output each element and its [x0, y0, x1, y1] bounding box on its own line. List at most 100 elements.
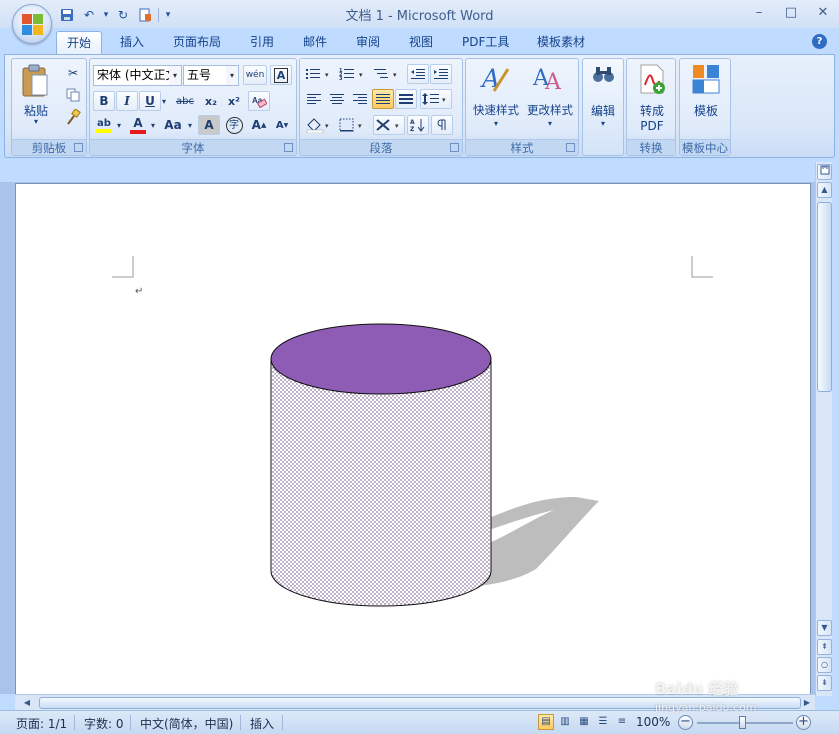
maximize-button[interactable]: □: [781, 3, 801, 21]
superscript-button[interactable]: x²: [223, 91, 245, 111]
template-icon[interactable]: [692, 64, 720, 94]
tab-references[interactable]: 引用: [240, 31, 284, 54]
tab-page-layout[interactable]: 页面布局: [163, 31, 231, 54]
change-styles-button[interactable]: 更改样式: [524, 102, 576, 118]
character-border-button[interactable]: A: [270, 65, 292, 85]
status-word-count[interactable]: 字数: 0: [84, 715, 124, 732]
document-page[interactable]: [15, 183, 811, 694]
show-paragraph-marks-icon[interactable]: [431, 115, 453, 135]
close-button[interactable]: ✕: [813, 3, 833, 21]
watermark-url: jingyan.baidu.com: [655, 701, 757, 714]
binoculars-icon[interactable]: [592, 65, 616, 85]
tab-home[interactable]: 开始: [56, 31, 103, 54]
bold-button[interactable]: B: [93, 91, 115, 111]
font-size-combo[interactable]: 五号 ▾: [183, 65, 239, 86]
copy-icon[interactable]: [62, 85, 84, 105]
convert-to-pdf-line2[interactable]: PDF: [629, 119, 675, 133]
decrease-indent-icon[interactable]: [407, 64, 429, 84]
justify-icon[interactable]: [372, 89, 394, 109]
quick-styles-dropdown-icon[interactable]: ▾: [470, 119, 522, 128]
cut-icon[interactable]: ✂: [62, 63, 84, 83]
clear-formatting-icon[interactable]: Aa: [248, 91, 270, 111]
paste-icon[interactable]: [20, 63, 50, 99]
font-name-combo[interactable]: 宋体 (中文正文 ▾: [93, 65, 182, 86]
tab-pdf-tools[interactable]: PDF工具: [452, 31, 519, 54]
office-button[interactable]: [12, 4, 52, 44]
web-layout-view-icon[interactable]: ▦: [576, 714, 592, 730]
watermark-text: Baidu 经验: [655, 680, 739, 698]
tab-view[interactable]: 视图: [399, 31, 443, 54]
align-left-icon[interactable]: [303, 89, 325, 109]
enclose-characters-button[interactable]: 字: [223, 115, 245, 135]
font-size-dropdown-icon[interactable]: ▾: [226, 66, 238, 85]
can-shape[interactable]: [256, 319, 606, 619]
italic-button[interactable]: I: [116, 91, 138, 111]
status-insert-mode[interactable]: 插入: [250, 715, 274, 732]
numbering-icon[interactable]: 1 2 3 ▾: [337, 64, 369, 84]
scroll-left-icon[interactable]: ◀: [19, 696, 35, 710]
sort-icon[interactable]: AZ: [407, 115, 429, 135]
shading-icon[interactable]: ▾: [303, 115, 335, 135]
print-layout-view-icon[interactable]: ▤: [538, 714, 554, 730]
template-button[interactable]: 模板: [682, 102, 730, 119]
line-spacing-icon[interactable]: ▾: [420, 89, 452, 109]
subscript-button[interactable]: x₂: [200, 91, 222, 111]
minimize-button[interactable]: –: [749, 3, 769, 21]
grow-font-button[interactable]: A ▲: [248, 115, 270, 135]
align-right-icon[interactable]: [349, 89, 371, 109]
tab-review[interactable]: 审阅: [346, 31, 390, 54]
tab-mailings[interactable]: 邮件: [293, 31, 337, 54]
paste-dropdown-icon[interactable]: ▾: [16, 117, 56, 126]
font-name-dropdown-icon[interactable]: ▾: [169, 66, 181, 85]
status-language[interactable]: 中文(简体，中国): [140, 715, 233, 732]
vertical-scrollbar[interactable]: ▲ ▼ ⇞ ○ ⇟: [815, 162, 832, 696]
distributed-align-icon[interactable]: [395, 89, 417, 109]
scroll-up-icon[interactable]: ▲: [817, 182, 832, 198]
chinese-layout-icon[interactable]: ▾: [373, 115, 405, 135]
highlight-button[interactable]: ab: [93, 115, 115, 135]
clipboard-launcher-icon[interactable]: [74, 143, 83, 152]
change-styles-icon[interactable]: AA: [532, 63, 565, 95]
paragraph-launcher-icon[interactable]: [450, 143, 459, 152]
change-case-dropdown-icon[interactable]: ▾: [185, 115, 195, 135]
change-case-button[interactable]: Aa: [160, 115, 186, 135]
editing-button[interactable]: 编辑: [583, 102, 623, 119]
format-painter-icon[interactable]: [62, 107, 84, 127]
quick-styles-icon[interactable]: A: [480, 63, 510, 95]
next-page-icon[interactable]: ⇟: [817, 675, 832, 691]
increase-indent-icon[interactable]: [430, 64, 452, 84]
highlight-dropdown-icon[interactable]: ▾: [114, 115, 124, 135]
shrink-font-button[interactable]: A ▼: [271, 115, 293, 135]
align-center-icon[interactable]: [326, 89, 348, 109]
font-name-value: 宋体 (中文正文: [97, 68, 178, 82]
full-screen-reading-view-icon[interactable]: ▥: [557, 714, 573, 730]
vertical-scroll-thumb[interactable]: [817, 202, 832, 392]
tab-insert[interactable]: 插入: [110, 31, 154, 54]
help-icon[interactable]: ?: [812, 34, 827, 49]
previous-page-icon[interactable]: ⇞: [817, 639, 832, 655]
status-page[interactable]: 页面: 1/1: [16, 715, 67, 732]
font-launcher-icon[interactable]: [284, 143, 293, 152]
draft-view-icon[interactable]: ≡: [614, 714, 630, 730]
scroll-down-icon[interactable]: ▼: [817, 620, 832, 636]
font-color-dropdown-icon[interactable]: ▾: [148, 115, 158, 135]
multilevel-list-icon[interactable]: ▾: [371, 64, 403, 84]
phonetic-guide-button[interactable]: wén: [243, 65, 267, 85]
select-browse-object-icon[interactable]: ○: [817, 657, 832, 673]
styles-launcher-icon[interactable]: [566, 143, 575, 152]
underline-button[interactable]: U: [139, 91, 161, 111]
strikethrough-button[interactable]: abc: [172, 91, 198, 111]
tab-templates[interactable]: 模板素材: [527, 31, 595, 54]
pdf-convert-icon[interactable]: [637, 63, 667, 95]
font-color-button[interactable]: A: [127, 115, 149, 135]
quick-styles-button[interactable]: 快速样式: [470, 102, 522, 118]
ruler-toggle-icon[interactable]: [817, 164, 832, 180]
change-styles-dropdown-icon[interactable]: ▾: [524, 119, 576, 128]
convert-to-pdf-line1[interactable]: 转成: [629, 102, 675, 119]
outline-view-icon[interactable]: ☰: [595, 714, 611, 730]
bullets-icon[interactable]: ▾: [303, 64, 335, 84]
borders-icon[interactable]: ▾: [337, 115, 369, 135]
editing-dropdown-icon[interactable]: ▾: [583, 119, 623, 128]
character-shading-button[interactable]: A: [198, 115, 220, 135]
underline-dropdown-icon[interactable]: ▾: [159, 91, 169, 111]
